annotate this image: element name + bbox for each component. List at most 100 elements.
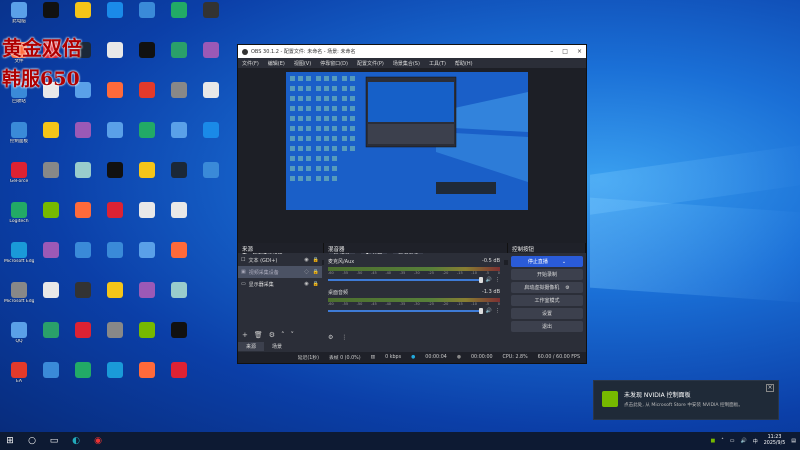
- speaker-icon[interactable]: 🔊: [486, 277, 492, 283]
- desktop-icon[interactable]: GeForce: [4, 162, 34, 196]
- nvidia-notification[interactable]: 未发现 NVIDIA 控制面板 点击此处, 从 Microsoft Store …: [593, 380, 779, 420]
- desktop-icon[interactable]: [36, 242, 66, 276]
- volume-icon[interactable]: 🔊: [740, 438, 746, 444]
- desktop-icon[interactable]: [132, 202, 162, 236]
- desktop-icon[interactable]: [68, 122, 98, 156]
- desktop-icon[interactable]: [196, 2, 226, 36]
- start-virtual-camera-button[interactable]: 启动虚拟摄像机 ⚙: [511, 282, 583, 293]
- desktop-icon[interactable]: [196, 162, 226, 196]
- close-icon[interactable]: ×: [766, 384, 774, 392]
- desktop-icon[interactable]: [100, 82, 130, 116]
- menu-docks[interactable]: 停靠窗口(D): [320, 60, 348, 67]
- desktop-icon[interactable]: [132, 82, 162, 116]
- add-icon[interactable]: +: [242, 331, 248, 339]
- desktop-icon[interactable]: [132, 2, 162, 36]
- desktop-icon[interactable]: [68, 242, 98, 276]
- network-icon[interactable]: ▭: [730, 438, 735, 444]
- tab-sources[interactable]: 来源: [238, 342, 265, 351]
- chevron-down-icon[interactable]: ⌄: [562, 259, 566, 265]
- tab-scenes[interactable]: 场景: [264, 342, 290, 351]
- source-item[interactable]: ☐ 文本 (GDI+) ◉ 🔒: [238, 254, 322, 266]
- desktop-icon[interactable]: [196, 82, 226, 116]
- start-recording-button[interactable]: 开始录制: [511, 269, 583, 280]
- studio-mode-button[interactable]: 工作室模式: [511, 295, 583, 306]
- desktop-icon[interactable]: [132, 322, 162, 356]
- volume-slider-handle[interactable]: [478, 308, 483, 314]
- exit-button[interactable]: 退出: [511, 321, 583, 332]
- desktop-icon[interactable]: [164, 282, 194, 316]
- trash-icon[interactable]: 🗑: [254, 331, 263, 339]
- desktop-icon[interactable]: [68, 362, 98, 396]
- lock-icon[interactable]: 🔒: [313, 257, 319, 263]
- visibility-eye-off-icon[interactable]: ◌: [304, 269, 308, 275]
- nvidia-tray-icon[interactable]: ■: [711, 438, 716, 444]
- desktop-icon[interactable]: [36, 202, 66, 236]
- menu-help[interactable]: 帮助(H): [455, 60, 473, 67]
- menu-tools[interactable]: 工具(T): [429, 60, 446, 67]
- edge-icon[interactable]: ◐: [70, 435, 82, 447]
- settings-button[interactable]: 设置: [511, 308, 583, 319]
- lock-icon[interactable]: 🔒: [313, 281, 319, 287]
- volume-slider[interactable]: [328, 308, 483, 314]
- gear-icon[interactable]: ⚙: [565, 285, 569, 291]
- menu-scene-collection[interactable]: 场景集合(S): [393, 60, 420, 67]
- close-icon[interactable]: ×: [577, 48, 582, 55]
- desktop-icon[interactable]: [100, 162, 130, 196]
- desktop-icon[interactable]: [68, 162, 98, 196]
- visibility-eye-icon[interactable]: ◉: [304, 281, 308, 287]
- stop-streaming-button[interactable]: 停止直播 ⌄: [511, 256, 583, 267]
- volume-slider[interactable]: [328, 277, 483, 283]
- desktop-icon[interactable]: [164, 2, 194, 36]
- task-view-icon[interactable]: ▭: [48, 435, 60, 447]
- lock-icon[interactable]: 🔒: [313, 269, 319, 275]
- desktop-icon[interactable]: [164, 202, 194, 236]
- desktop-icon[interactable]: [164, 322, 194, 356]
- search-icon[interactable]: ○: [26, 435, 38, 447]
- speaker-icon[interactable]: 🔊: [486, 308, 492, 314]
- obs-window[interactable]: OBS 30.1.2 - 配置文件: 未命名 - 场景: 未命名 – □ × 文…: [237, 44, 587, 364]
- gear-icon[interactable]: ⚙: [328, 334, 333, 341]
- desktop-icon[interactable]: [100, 362, 130, 396]
- desktop-icon[interactable]: [164, 122, 194, 156]
- desktop-icon[interactable]: [68, 282, 98, 316]
- desktop-icon[interactable]: [36, 282, 66, 316]
- desktop-icon[interactable]: [164, 82, 194, 116]
- windows-start-icon[interactable]: ⊞: [4, 435, 16, 447]
- more-icon[interactable]: ⋮: [341, 334, 347, 341]
- visibility-eye-icon[interactable]: ◉: [304, 257, 308, 263]
- desktop-icon[interactable]: [132, 122, 162, 156]
- menu-edit[interactable]: 编辑(E): [268, 60, 285, 67]
- minimize-icon[interactable]: –: [550, 48, 553, 55]
- obs-title-bar[interactable]: OBS 30.1.2 - 配置文件: 未命名 - 场景: 未命名 – □ ×: [238, 45, 586, 58]
- volume-slider-handle[interactable]: [478, 277, 483, 283]
- maximize-icon[interactable]: □: [562, 48, 568, 55]
- desktop-icon[interactable]: [132, 42, 162, 76]
- desktop-icon[interactable]: [100, 242, 130, 276]
- desktop-icon[interactable]: [100, 322, 130, 356]
- desktop-icon[interactable]: [164, 362, 194, 396]
- desktop-icon[interactable]: Logitech: [4, 202, 34, 236]
- desktop-icon[interactable]: [100, 122, 130, 156]
- desktop-icon[interactable]: [68, 202, 98, 236]
- obs-taskbar-icon[interactable]: ◉: [92, 435, 104, 447]
- desktop-icon[interactable]: [36, 362, 66, 396]
- preview-canvas[interactable]: [286, 72, 528, 210]
- chevron-down-icon[interactable]: ˅: [291, 331, 295, 339]
- desktop-icon[interactable]: QQ: [4, 322, 34, 356]
- desktop-icon[interactable]: [132, 162, 162, 196]
- desktop-icon[interactable]: [132, 362, 162, 396]
- more-icon[interactable]: ⋮: [495, 277, 500, 283]
- menu-file[interactable]: 文件(F): [242, 60, 259, 67]
- clock[interactable]: 11:23 2025/9/5: [764, 435, 786, 447]
- input-method[interactable]: 中: [753, 438, 758, 445]
- desktop-icon[interactable]: [164, 162, 194, 196]
- desktop-icon[interactable]: [100, 2, 130, 36]
- more-icon[interactable]: ⋮: [495, 308, 500, 314]
- desktop-icon[interactable]: [100, 282, 130, 316]
- desktop-icon[interactable]: 此电脑: [4, 2, 34, 36]
- menu-view[interactable]: 视图(V): [294, 60, 311, 67]
- desktop-icon[interactable]: [132, 242, 162, 276]
- desktop-icon[interactable]: [196, 42, 226, 76]
- desktop-icon[interactable]: [36, 2, 66, 36]
- desktop-icon[interactable]: [196, 122, 226, 156]
